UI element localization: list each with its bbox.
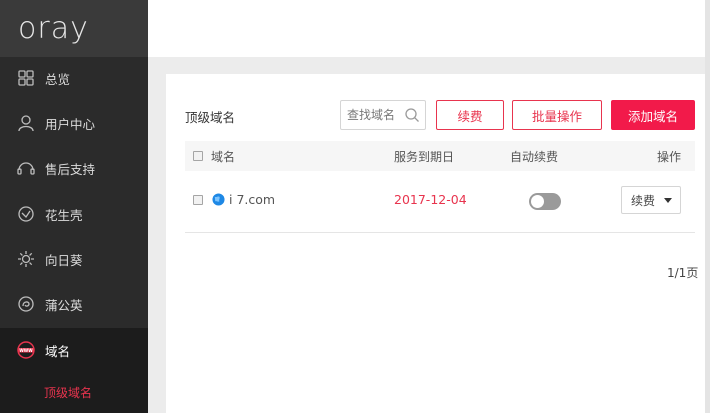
svg-text:WWW: WWW [19,348,33,353]
batch-action-button[interactable]: 批量操作 [512,100,602,130]
dandelion-icon [16,294,36,314]
sidebar-item-huashengke[interactable]: 花生壳 [0,192,148,236]
column-header-domain: 域名 [211,150,236,164]
shell-icon [16,204,36,224]
select-all-checkbox[interactable] [193,151,203,161]
sidebar-item-label: 域名 [45,343,71,359]
brand-logo[interactable]: oray [18,11,89,46]
search-box [340,100,426,130]
headset-icon [16,158,36,178]
page-title: 顶级域名 [185,110,236,125]
column-header-expire: 服务到期日 [394,150,455,164]
sidebar-item-support[interactable]: 售后支持 [0,146,148,190]
expire-date: 2017-12-04 [394,192,467,207]
caret-down-icon [664,198,672,203]
row-checkbox[interactable] [193,195,203,205]
sidebar-item-domain[interactable]: WWW 域名 [0,328,148,372]
auto-renew-toggle[interactable] [529,193,561,210]
search-icon[interactable] [404,107,420,123]
dropdown-label: 续费 [631,193,656,208]
user-icon [16,113,36,133]
sidebar-item-label: 蒲公英 [45,297,83,313]
sidebar-item-overview[interactable]: 总览 [0,56,148,100]
sidebar-item-user-center[interactable]: 用户中心 [0,101,148,145]
grid-icon [16,68,36,88]
sidebar-item-xiangrikui[interactable]: 向日葵 [0,237,148,281]
sidebar-item-label: 售后支持 [45,161,96,177]
www-icon: WWW [16,340,36,360]
sidebar-subitem-top-domain[interactable]: 顶级域名 [44,384,92,401]
domain-name[interactable]: i 7.com [229,192,275,207]
sunflower-icon [16,249,36,269]
globe-icon [212,193,225,206]
column-header-actions: 操作 [657,150,682,164]
toggle-knob [531,195,544,208]
logo-area: oray [0,0,148,57]
window-edge [705,0,710,413]
sidebar-item-label: 向日葵 [45,252,83,268]
sidebar-item-label: 总览 [45,71,71,87]
sidebar-item-pugongying[interactable]: 蒲公英 [0,282,148,326]
sidebar-item-label: 花生壳 [45,207,83,223]
top-header [148,0,710,57]
add-domain-button[interactable]: 添加域名 [611,100,695,130]
row-action-dropdown[interactable]: 续费 [621,186,681,214]
search-input[interactable] [347,108,407,122]
pagination-info: 1/1页 [667,266,699,280]
column-header-auto-renew: 自动续费 [510,150,559,164]
sidebar-item-label: 用户中心 [45,116,96,132]
renew-button[interactable]: 续费 [436,100,504,130]
row-divider [185,232,695,233]
